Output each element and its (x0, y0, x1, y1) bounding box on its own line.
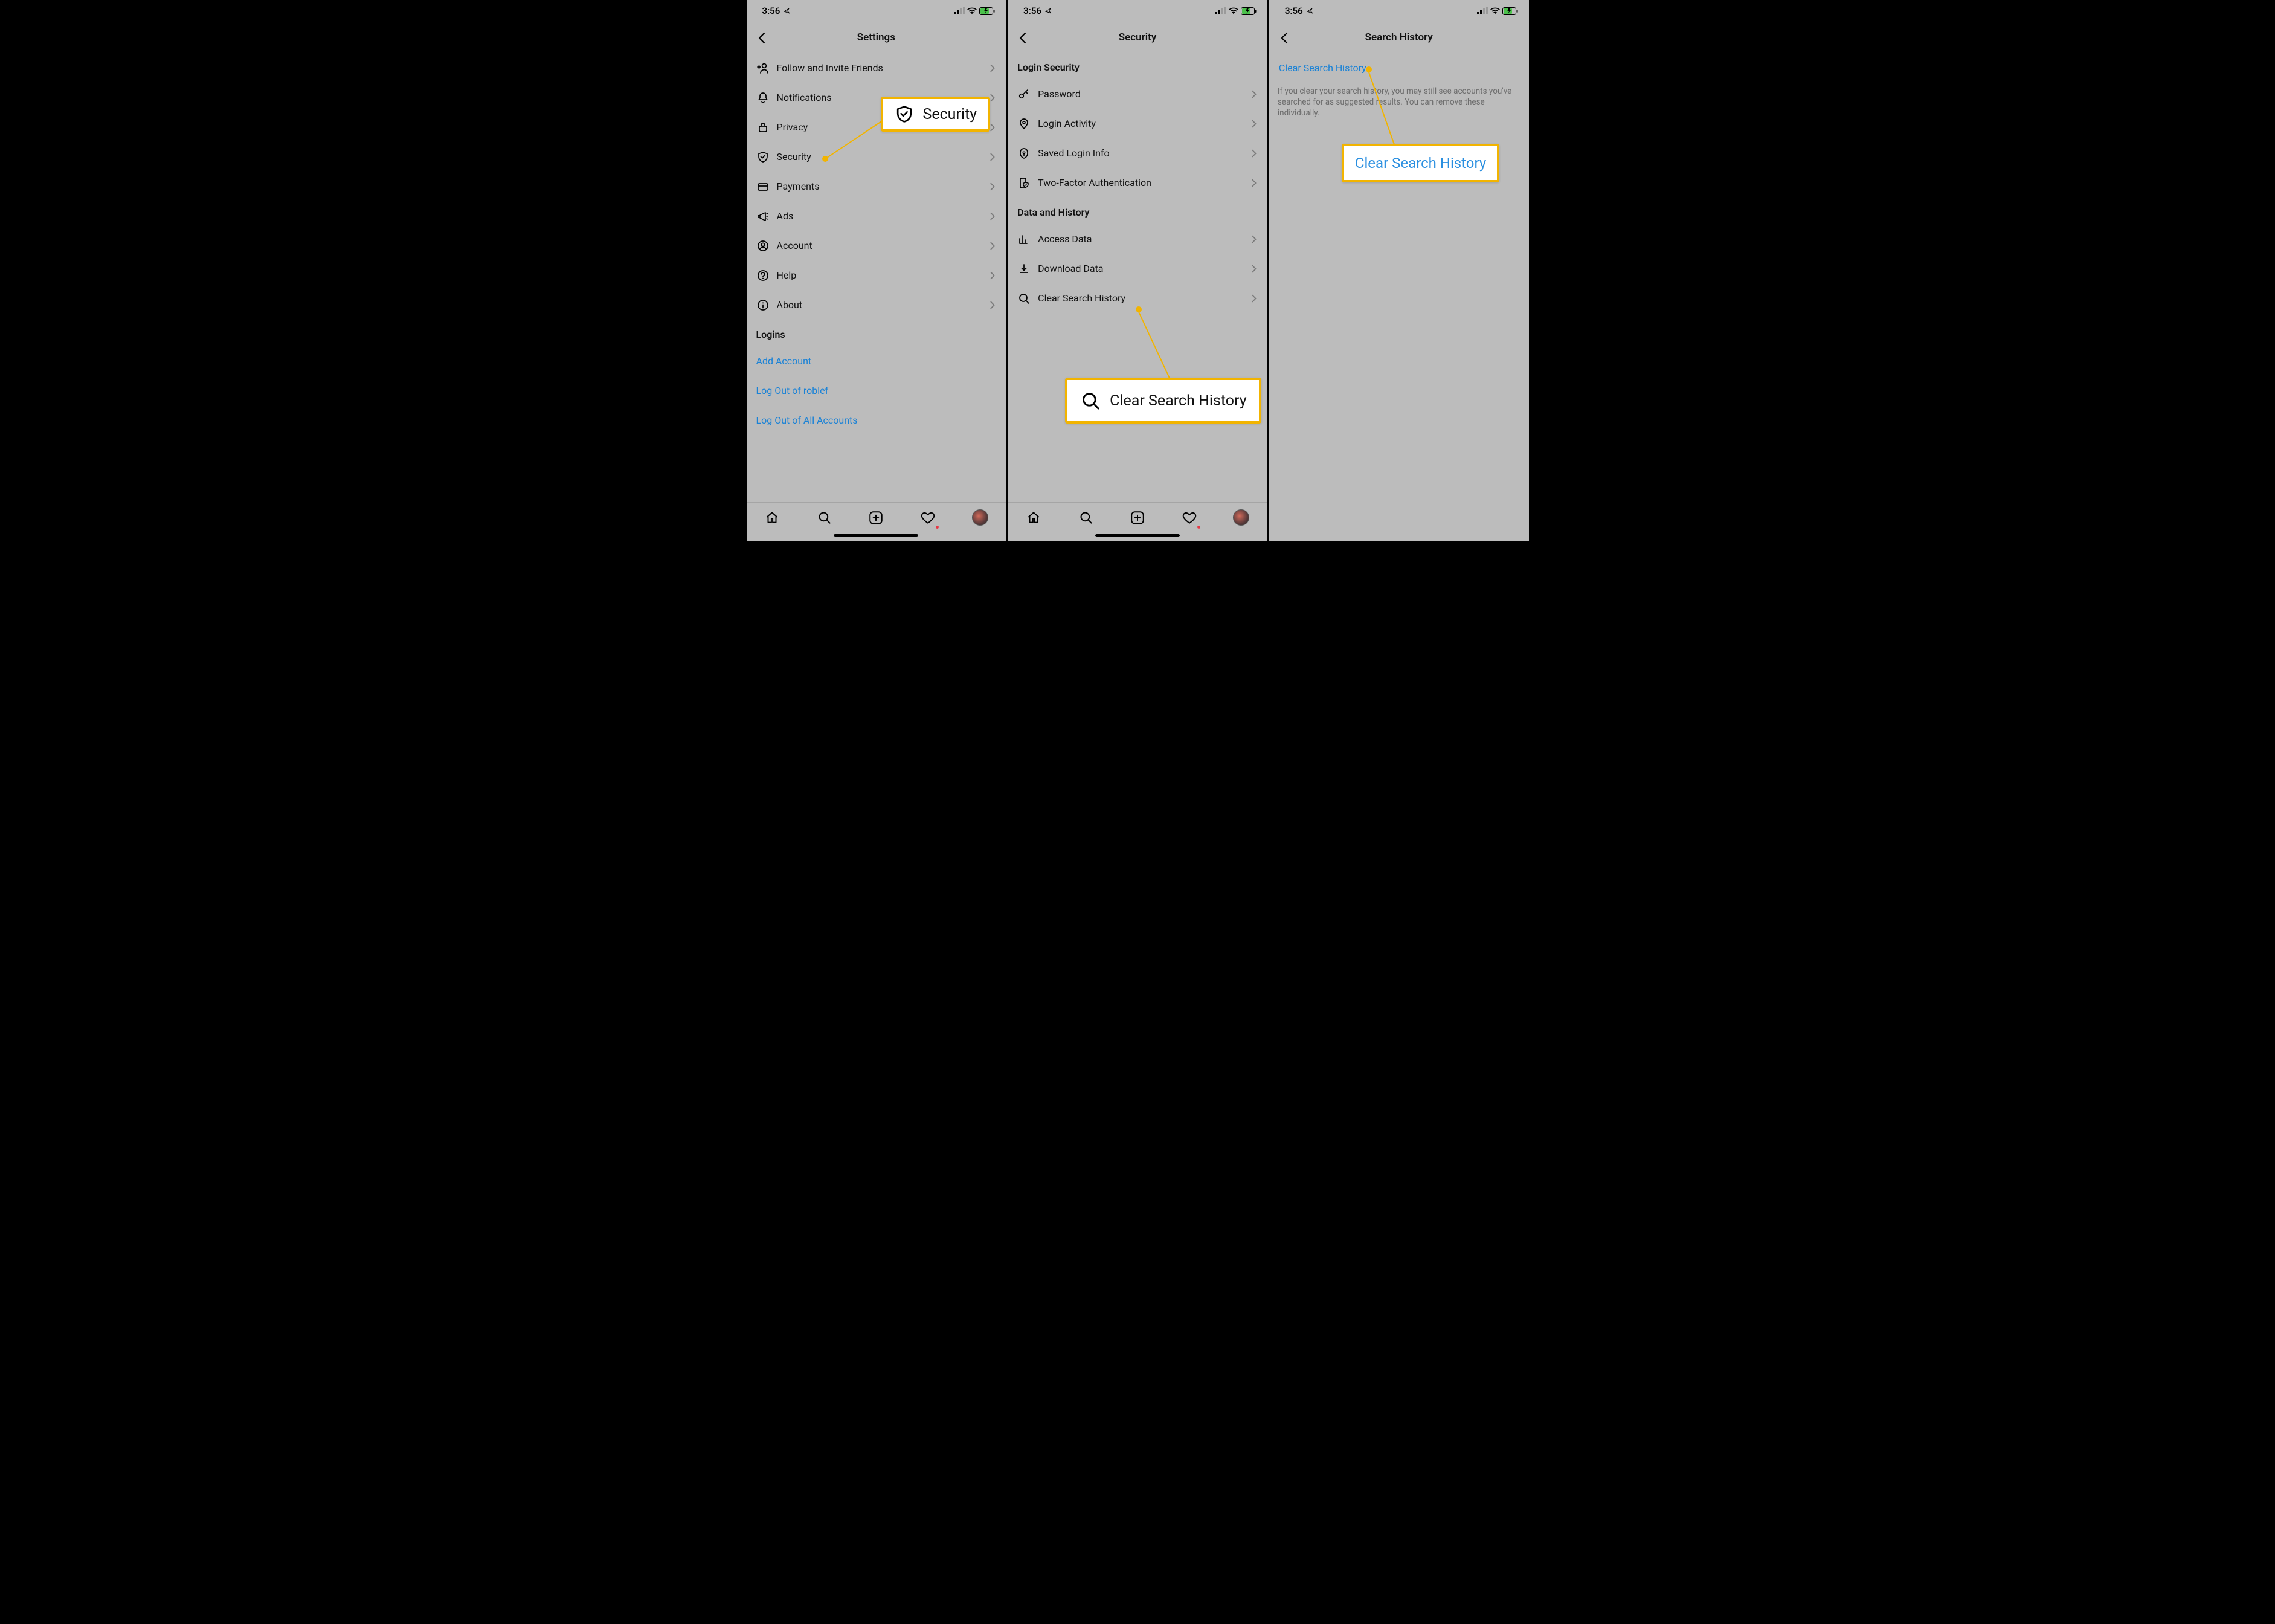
cellular-icon (954, 7, 965, 14)
row-download-data[interactable]: Download Data (1008, 254, 1267, 283)
back-button[interactable] (1276, 29, 1293, 46)
tab-add[interactable] (867, 509, 885, 527)
row-password[interactable]: Password (1008, 79, 1267, 109)
screen-search-history: 3:56 Search History Clear Search History… (1269, 0, 1529, 541)
status-icons (1477, 7, 1518, 15)
header: Security (1008, 22, 1267, 53)
screen-security: 3:56 Security Login Security Password Lo… (1008, 0, 1269, 541)
row-login-activity[interactable]: Login Activity (1008, 109, 1267, 138)
row-account[interactable]: Account (747, 231, 1006, 260)
tab-home[interactable] (763, 509, 781, 527)
status-icons (954, 7, 995, 15)
avatar-icon (1233, 509, 1249, 526)
location-icon (1307, 8, 1313, 14)
search-icon (1080, 390, 1101, 411)
header: Search History (1269, 22, 1529, 53)
callout-security: Security (881, 97, 991, 132)
bell-icon (756, 91, 777, 105)
row-about[interactable]: About (747, 290, 1006, 320)
page-title: Security (1119, 31, 1157, 44)
help-icon (756, 269, 777, 282)
battery-icon (979, 7, 995, 15)
keyhole-icon (1017, 147, 1038, 160)
clear-search-desc: If you clear your search history, you ma… (1269, 80, 1529, 125)
page-title: Search History (1365, 31, 1433, 44)
log-out-all-link[interactable]: Log Out of All Accounts (747, 405, 1006, 435)
avatar-icon (972, 509, 988, 526)
wifi-icon (1229, 7, 1238, 14)
clear-search-history-link[interactable]: Clear Search History (1269, 53, 1529, 80)
lock-icon (756, 121, 777, 134)
key-icon (1017, 88, 1038, 101)
cellular-icon (1215, 7, 1226, 14)
tab-bar (1008, 502, 1267, 541)
annotation-marker (822, 156, 828, 162)
info-icon (756, 298, 777, 312)
tab-search[interactable] (1076, 509, 1095, 527)
annotation-marker (1366, 66, 1372, 72)
location-icon (784, 8, 790, 14)
back-button[interactable] (1015, 29, 1032, 46)
status-time: 3:56 (1285, 5, 1303, 16)
status-icons (1215, 7, 1257, 15)
wifi-icon (1490, 7, 1500, 14)
tab-add[interactable] (1128, 509, 1147, 527)
row-payments[interactable]: Payments (747, 172, 1006, 201)
tab-search[interactable] (815, 509, 833, 527)
card-icon (756, 180, 777, 193)
log-out-user-link[interactable]: Log Out of roblef (747, 376, 1006, 405)
settings-list: Follow and Invite Friends Notifications … (747, 53, 1006, 320)
battery-icon (1502, 7, 1518, 15)
row-follow-invite[interactable]: Follow and Invite Friends (747, 53, 1006, 83)
add-user-icon (756, 62, 777, 75)
section-login-security: Login Security (1008, 53, 1267, 79)
logins-header: Logins (747, 320, 1006, 346)
account-icon (756, 239, 777, 253)
status-bar: 3:56 (1008, 0, 1267, 22)
shield-icon (756, 150, 777, 164)
status-time: 3:56 (1023, 5, 1041, 16)
callout-clear-search: Clear Search History (1065, 378, 1261, 424)
home-indicator (834, 534, 918, 537)
tab-activity[interactable] (1180, 509, 1199, 527)
annotation-line (1134, 308, 1183, 387)
status-time: 3:56 (762, 5, 780, 16)
home-indicator (1095, 534, 1180, 537)
row-ads[interactable]: Ads (747, 201, 1006, 231)
tab-bar (747, 502, 1006, 541)
back-button[interactable] (754, 29, 771, 46)
add-account-link[interactable]: Add Account (747, 346, 1006, 376)
tab-home[interactable] (1025, 509, 1043, 527)
tab-profile[interactable] (1232, 509, 1250, 527)
download-icon (1017, 262, 1038, 276)
wifi-icon (967, 7, 977, 14)
section-data-history: Data and History (1008, 198, 1267, 224)
header: Settings (747, 22, 1006, 53)
phone-shield-icon (1017, 176, 1038, 190)
screen-settings: 3:56 Settings Follow and Invite Friends … (747, 0, 1008, 541)
row-access-data[interactable]: Access Data (1008, 224, 1267, 254)
tab-activity[interactable] (919, 509, 937, 527)
page-title: Settings (857, 31, 895, 44)
shield-icon (894, 104, 915, 124)
bars-icon (1017, 233, 1038, 246)
pin-icon (1017, 117, 1038, 130)
location-icon (1045, 8, 1052, 14)
callout-clear-search-history: Clear Search History (1342, 144, 1499, 182)
megaphone-icon (756, 210, 777, 223)
row-saved-login[interactable]: Saved Login Info (1008, 138, 1267, 168)
row-two-factor[interactable]: Two-Factor Authentication (1008, 168, 1267, 198)
search-icon (1017, 292, 1038, 305)
battery-icon (1241, 7, 1257, 15)
status-bar: 3:56 (1269, 0, 1529, 22)
tab-profile[interactable] (971, 509, 989, 527)
status-bar: 3:56 (747, 0, 1006, 22)
row-security[interactable]: Security (747, 142, 1006, 172)
row-help[interactable]: Help (747, 260, 1006, 290)
cellular-icon (1477, 7, 1488, 14)
